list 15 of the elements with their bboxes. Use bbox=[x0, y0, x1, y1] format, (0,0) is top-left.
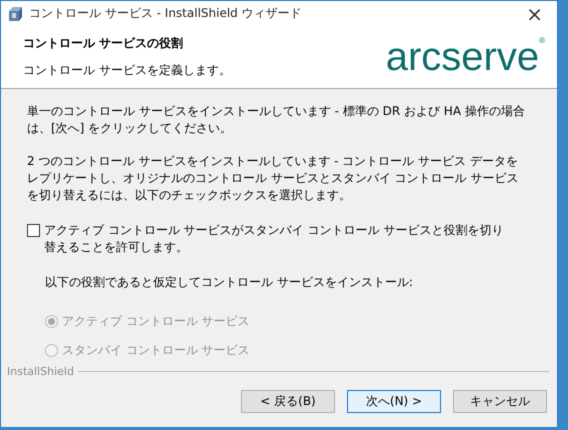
wizard-button[interactable]: < 戻る(B) bbox=[241, 390, 335, 413]
wizard-button[interactable]: 次へ(N) > bbox=[347, 390, 441, 413]
page-title: コントロール サービスの役割 bbox=[23, 35, 184, 52]
brand-logo: arcserve$^{®}$ bbox=[386, 37, 545, 77]
page-subtitle: コントロール サービスを定義します。 bbox=[23, 62, 232, 79]
description-text: 2 つのコントロール サービスをインストールしています - コントロール サービス データをレプリケートし、オリジナルのコントロール サービスとスタンバイ コントロール サービスを切り替えるには、以下のチェックボックスを選択します。 bbox=[27, 153, 520, 204]
checkbox-label[interactable]: アクティブ コントロール サービスがスタンバイ コントロール サービスと役割を切り替えることを許可します。 bbox=[44, 222, 514, 256]
description-text: 単一のコントロール サービスをインストールしています - 標準の DR および HA 操作の場合は、[次へ] をクリックしてください。 bbox=[27, 103, 526, 137]
installer-box-icon bbox=[7, 6, 23, 22]
window-title: コントロール サービス - InstallShield ウィザード bbox=[29, 5, 303, 22]
close-button[interactable]: × bbox=[518, 4, 551, 24]
footer-brand: InstallShield bbox=[7, 365, 74, 378]
checkbox[interactable] bbox=[27, 224, 40, 237]
wizard-button[interactable]: キャンセル bbox=[453, 390, 547, 413]
role-prompt: 以下の役割であると仮定してコントロール サービスをインストール: bbox=[45, 274, 414, 291]
